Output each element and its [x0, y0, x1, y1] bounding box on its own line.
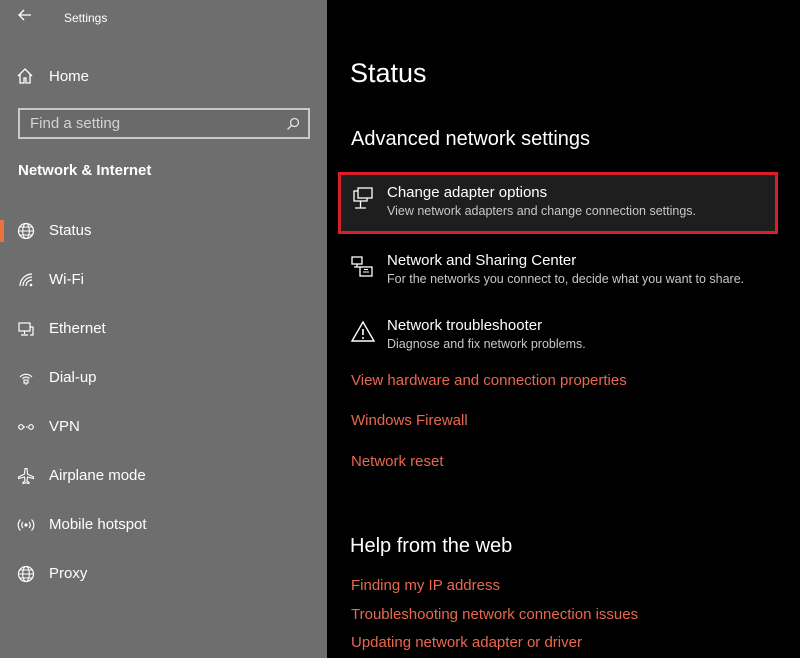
sidebar-item-mobile-hotspot[interactable]: Mobile hotspot	[0, 500, 327, 549]
main-content: Status Advanced network settings Change …	[327, 0, 800, 658]
home-label: Home	[49, 67, 90, 85]
search-input[interactable]: Find a setting	[18, 108, 310, 139]
back-arrow-icon	[18, 8, 32, 26]
active-indicator	[0, 220, 4, 242]
sidebar-item-label: Mobile hotspot	[49, 516, 147, 533]
globe-icon	[16, 221, 36, 241]
option-description: View network adapters and change connect…	[387, 204, 696, 218]
sidebar-item-label: Proxy	[49, 565, 88, 582]
sharing-center-icon	[350, 254, 376, 280]
sidebar-item-airplane-mode[interactable]: Airplane mode	[0, 451, 327, 500]
network-troubleshooter-card[interactable]: Network troubleshooter Diagnose and fix …	[338, 305, 778, 367]
airplane-icon	[16, 466, 36, 486]
sidebar-item-status[interactable]: Status	[0, 206, 327, 255]
sidebar-item-label: VPN	[49, 418, 80, 435]
hotspot-icon	[16, 515, 36, 535]
updating-adapter-driver-link[interactable]: Updating network adapter or driver	[351, 634, 582, 651]
back-button[interactable]	[12, 6, 38, 28]
sidebar-item-label: Ethernet	[49, 320, 106, 337]
dialup-icon	[16, 368, 36, 388]
sidebar-item-label: Status	[49, 222, 92, 239]
help-heading: Help from the web	[350, 535, 513, 557]
search-placeholder: Find a setting	[30, 115, 121, 132]
sidebar-item-dialup[interactable]: Dial-up	[0, 353, 327, 402]
warning-icon	[350, 319, 376, 345]
adapter-icon	[350, 186, 376, 212]
app-title: Settings	[64, 11, 108, 25]
ethernet-icon	[16, 319, 36, 339]
sidebar-item-label: Airplane mode	[49, 467, 146, 484]
sidebar-item-wifi[interactable]: Wi-Fi	[0, 255, 327, 304]
option-title: Network and Sharing Center	[387, 252, 577, 269]
finding-ip-address-link[interactable]: Finding my IP address	[351, 577, 500, 594]
sidebar-item-label: Dial-up	[49, 369, 97, 386]
nav-list: Status Wi-Fi Ethernet Dial-up VPN Airpla…	[0, 206, 327, 598]
view-hardware-properties-link[interactable]: View hardware and connection properties	[351, 372, 627, 389]
section-title: Network & Internet	[18, 162, 152, 179]
option-title: Network troubleshooter	[387, 317, 543, 334]
network-reset-link[interactable]: Network reset	[351, 453, 444, 470]
page-title: Status	[350, 58, 427, 88]
sidebar-item-ethernet[interactable]: Ethernet	[0, 304, 327, 353]
sidebar-item-vpn[interactable]: VPN	[0, 402, 327, 451]
wifi-icon	[16, 270, 36, 290]
windows-firewall-link[interactable]: Windows Firewall	[351, 412, 468, 429]
home-icon	[14, 65, 36, 87]
troubleshooting-connection-link[interactable]: Troubleshooting network connection issue…	[351, 606, 638, 623]
home-nav-item[interactable]: Home	[14, 62, 89, 90]
sidebar-item-proxy[interactable]: Proxy	[0, 549, 327, 598]
option-description: For the networks you connect to, decide …	[387, 272, 745, 286]
search-icon[interactable]	[284, 115, 302, 133]
title-bar: Settings	[0, 0, 327, 36]
sidebar: Settings Home Find a setting Network & I…	[0, 0, 327, 658]
option-title: Change adapter options	[387, 184, 548, 201]
change-adapter-options-card[interactable]: Change adapter options View network adap…	[338, 172, 778, 234]
advanced-settings-heading: Advanced network settings	[351, 128, 591, 150]
network-sharing-center-card[interactable]: Network and Sharing Center For the netwo…	[338, 240, 778, 302]
option-description: Diagnose and fix network problems.	[387, 337, 586, 351]
vpn-icon	[16, 417, 36, 437]
sidebar-item-label: Wi-Fi	[49, 271, 84, 288]
globe-icon	[16, 564, 36, 584]
